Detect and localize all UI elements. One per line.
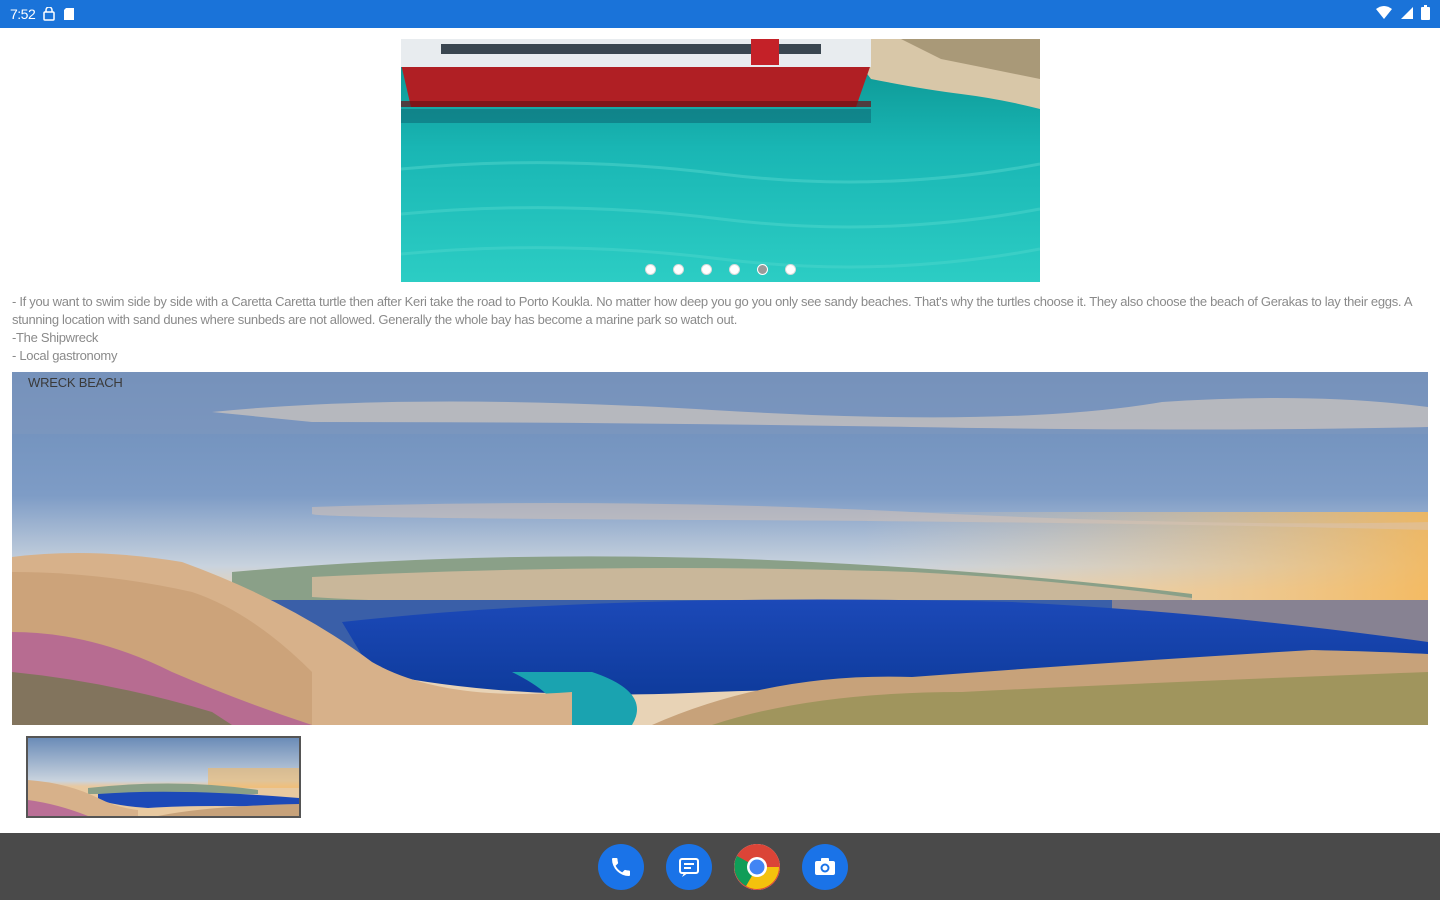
chrome-icon — [734, 843, 780, 890]
chrome-app-button[interactable] — [734, 843, 780, 890]
sd-card-icon — [63, 7, 75, 21]
status-time: 7:52 — [10, 6, 36, 22]
camera-icon — [815, 857, 835, 875]
carousel-dots — [401, 264, 1040, 275]
description-line-3: - Local gastronomy — [12, 348, 118, 363]
description-text: - If you want to swim side by side with … — [12, 293, 1428, 365]
messages-icon — [679, 857, 699, 877]
status-bar: 7:52 — [0, 0, 1440, 28]
banner-title: WRECK BEACH — [28, 375, 123, 390]
phone-icon — [612, 857, 630, 876]
carousel-dot-4[interactable] — [729, 264, 740, 275]
carousel-dot-5[interactable] — [757, 264, 768, 275]
wifi-icon — [1376, 5, 1392, 23]
status-left: 7:52 — [10, 6, 75, 22]
wreck-beach-photo — [12, 372, 1428, 725]
image-carousel[interactable] — [401, 39, 1040, 282]
messages-app-button[interactable] — [666, 843, 712, 890]
carousel-dot-2[interactable] — [673, 264, 684, 275]
wreck-beach-banner[interactable]: WRECK BEACH — [12, 372, 1428, 725]
app-dock — [0, 833, 1440, 900]
carousel-dot-3[interactable] — [701, 264, 712, 275]
description-line-1: - If you want to swim side by side with … — [12, 294, 1412, 327]
phone-app-button[interactable] — [598, 843, 644, 890]
carousel-dot-6[interactable] — [785, 264, 796, 275]
gallery-thumbnail[interactable] — [26, 736, 301, 818]
description-line-2: -The Shipwreck — [12, 330, 99, 345]
battery-icon — [1421, 5, 1430, 23]
boat-photo — [401, 39, 1040, 282]
status-right — [1376, 5, 1430, 23]
vpn-icon — [43, 6, 55, 21]
wreck-beach-thumbnail-photo — [28, 738, 299, 816]
camera-app-button[interactable] — [802, 843, 848, 890]
signal-icon — [1400, 6, 1413, 23]
carousel-dot-1[interactable] — [645, 264, 656, 275]
